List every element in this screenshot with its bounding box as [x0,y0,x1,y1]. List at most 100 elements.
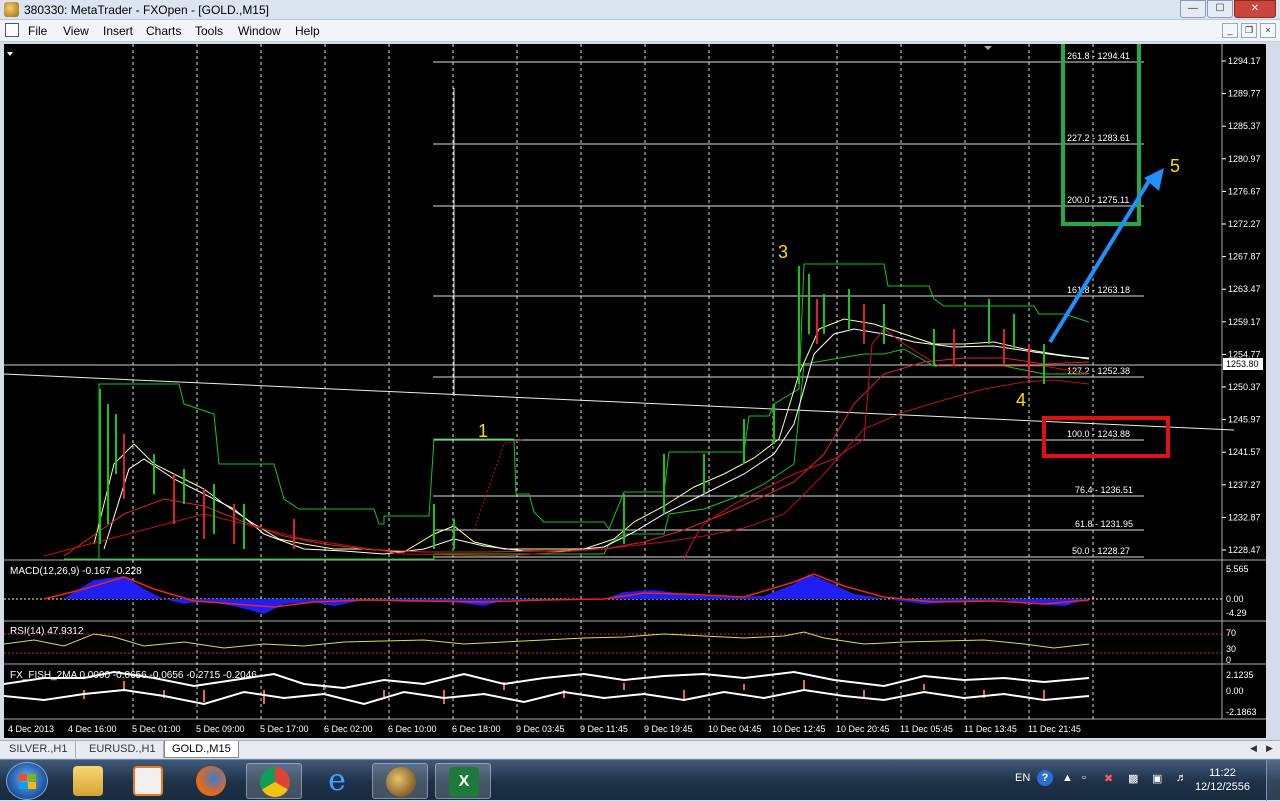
folder-icon [73,766,103,796]
price-channel-upper [64,263,1090,560]
maximize-button[interactable]: ☐ [1207,0,1233,18]
minimize-button[interactable]: — [1180,0,1206,18]
chart-menu-icon[interactable] [7,52,13,56]
language-indicator[interactable]: EN [1015,772,1030,784]
moving-average-slow [63,357,1090,557]
menu-file[interactable]: File [28,24,47,38]
time-tick-label: 10 Dec 12:45 [772,724,826,734]
time-tick-label: 6 Dec 10:00 [388,724,437,734]
svg-text:30: 30 [1226,644,1236,654]
clock-time: 11:22 [1209,767,1236,779]
price-tick-label: 1254.77 [1228,349,1261,359]
menu-window[interactable]: Window [238,24,281,38]
media-player-icon [133,766,163,796]
chart-document-icon[interactable] [5,23,19,37]
time-tick-label: 11 Dec 13:45 [964,724,1017,734]
fibo-label-76-4: 76.4 - 1236.51 [1075,485,1133,495]
price-axis: 1294.17 1289.77 1285.37 1280.97 1276.67 1272.… [1222,56,1261,555]
time-tick-label: 10 Dec 04:45 [708,724,762,734]
time-tick-label: 9 Dec 19:45 [644,724,693,734]
macd-histogram [64,574,1089,614]
tab-eurusd-h1[interactable]: EURUSD.,H1 [82,741,164,758]
time-tick-label: 4 Dec 2013 [8,724,54,734]
fibo-label-161-8: 161.8 - 1263.18 [1067,285,1130,295]
moving-average-mid [103,328,1090,555]
show-desktop-button[interactable] [1266,760,1280,801]
menu-tools[interactable]: Tools [195,24,223,38]
close-button[interactable]: ✕ [1234,0,1276,18]
price-tick-label: 1280.97 [1228,154,1261,164]
firefox-icon [196,766,226,796]
tray-small-icon[interactable]: ▫ [1082,772,1086,784]
price-tick-label: 1245.97 [1228,415,1261,425]
mdi-restore-button[interactable]: ❐ [1241,23,1257,38]
menu-insert[interactable]: Insert [103,24,133,38]
taskbar: e X EN ? ▲ ▫ ✖ ▩ ▣ ♬ 11:22 12/12/2556 [0,759,1280,801]
price-tick-label: 1237.27 [1228,480,1261,490]
price-tick-label: 1285.37 [1228,121,1261,131]
taskbar-excel[interactable]: X [435,763,491,799]
time-tick-label: 6 Dec 02:00 [324,724,373,734]
menu-view[interactable]: View [63,24,89,38]
time-tick-label: 11 Dec 05:45 [900,724,953,734]
menu-charts[interactable]: Charts [146,24,181,38]
fibo-label-261-8: 261.8 - 1294.41 [1067,51,1130,61]
volume-icon[interactable]: ♬ [1176,772,1187,784]
svg-text:70: 70 [1226,628,1236,638]
taskbar-media-player[interactable] [120,763,176,799]
tab-silver-h1[interactable]: SILVER.,H1 [2,741,76,758]
price-tick-label: 1232.87 [1228,512,1261,522]
price-tick-label: 1276.67 [1228,186,1261,196]
rsi-line [4,631,1090,649]
price-tick-label: 1267.87 [1228,252,1261,262]
mdi-close-button[interactable]: × [1260,23,1276,38]
mdi-minimize-button[interactable]: _ [1222,23,1238,38]
tab-scroll-right-icon[interactable]: ▶ [1266,743,1273,754]
taskbar-explorer[interactable] [60,763,116,799]
clock[interactable]: 11:22 12/12/2556 [1195,766,1250,794]
tray-arrow-icon[interactable]: ▲ [1062,772,1073,784]
fibo-label-200-0: 200.0 - 1275.11 [1067,195,1129,205]
svg-text:0: 0 [1226,655,1231,665]
menu-help[interactable]: Help [295,24,320,38]
metatrader-app-icon [386,767,416,797]
fibo-label-100-0: 100.0 - 1243.88 [1067,429,1130,439]
price-tick-label: 1272.27 [1228,219,1261,229]
svg-text:5.565: 5.565 [1226,564,1249,574]
svg-text:-2.1863: -2.1863 [1226,707,1257,717]
svg-text:-4.29: -4.29 [1226,608,1247,618]
taskbar-chrome[interactable] [246,763,302,799]
windows-logo-icon [19,774,36,789]
price-chart[interactable]: 261.8 - 1294.41 227.2 - 1283.61 200.0 - … [4,44,1266,738]
excel-icon: X [449,767,479,797]
time-tick-label: 5 Dec 09:00 [196,724,245,734]
start-button[interactable] [6,762,48,800]
fibo-label-50-0: 50.0 - 1228.27 [1072,546,1130,556]
tab-scroll-left-icon[interactable]: ◀ [1250,743,1257,754]
time-tick-label: 6 Dec 18:00 [452,724,501,734]
taskbar-internet-explorer[interactable]: e [309,763,365,799]
time-tick-label: 10 Dec 20:45 [836,724,890,734]
wave-label-3: 3 [778,242,788,262]
time-tick-label: 9 Dec 03:45 [516,724,565,734]
tray-security-icon[interactable]: ✖ [1104,772,1113,785]
macd-axis: 5.565 0.00 -4.29 [1226,564,1249,618]
price-tick-label: 1263.47 [1228,284,1261,294]
tab-gold-m15[interactable]: GOLD.,M15 [164,741,239,758]
vertical-gridlines [132,44,1094,719]
svg-text:0.00: 0.00 [1226,686,1244,696]
time-tick-label: 5 Dec 01:00 [132,724,181,734]
price-tick-label: 1289.77 [1228,89,1261,99]
network-icon[interactable]: ▩ [1128,772,1138,785]
tray-monitor-icon[interactable]: ▣ [1152,772,1162,785]
price-tick-label: 1294.17 [1228,56,1261,66]
metatrader-icon [4,2,19,17]
macd-signal-line [43,573,1090,608]
help-icon[interactable]: ? [1037,770,1053,786]
chart-shift-marker-icon[interactable] [984,46,992,50]
taskbar-firefox[interactable] [183,763,239,799]
price-tick-label: 1259.17 [1228,317,1261,327]
price-tick-label: 1228.47 [1228,545,1261,555]
taskbar-metatrader[interactable] [372,763,428,799]
svg-text:0.00: 0.00 [1226,594,1244,604]
